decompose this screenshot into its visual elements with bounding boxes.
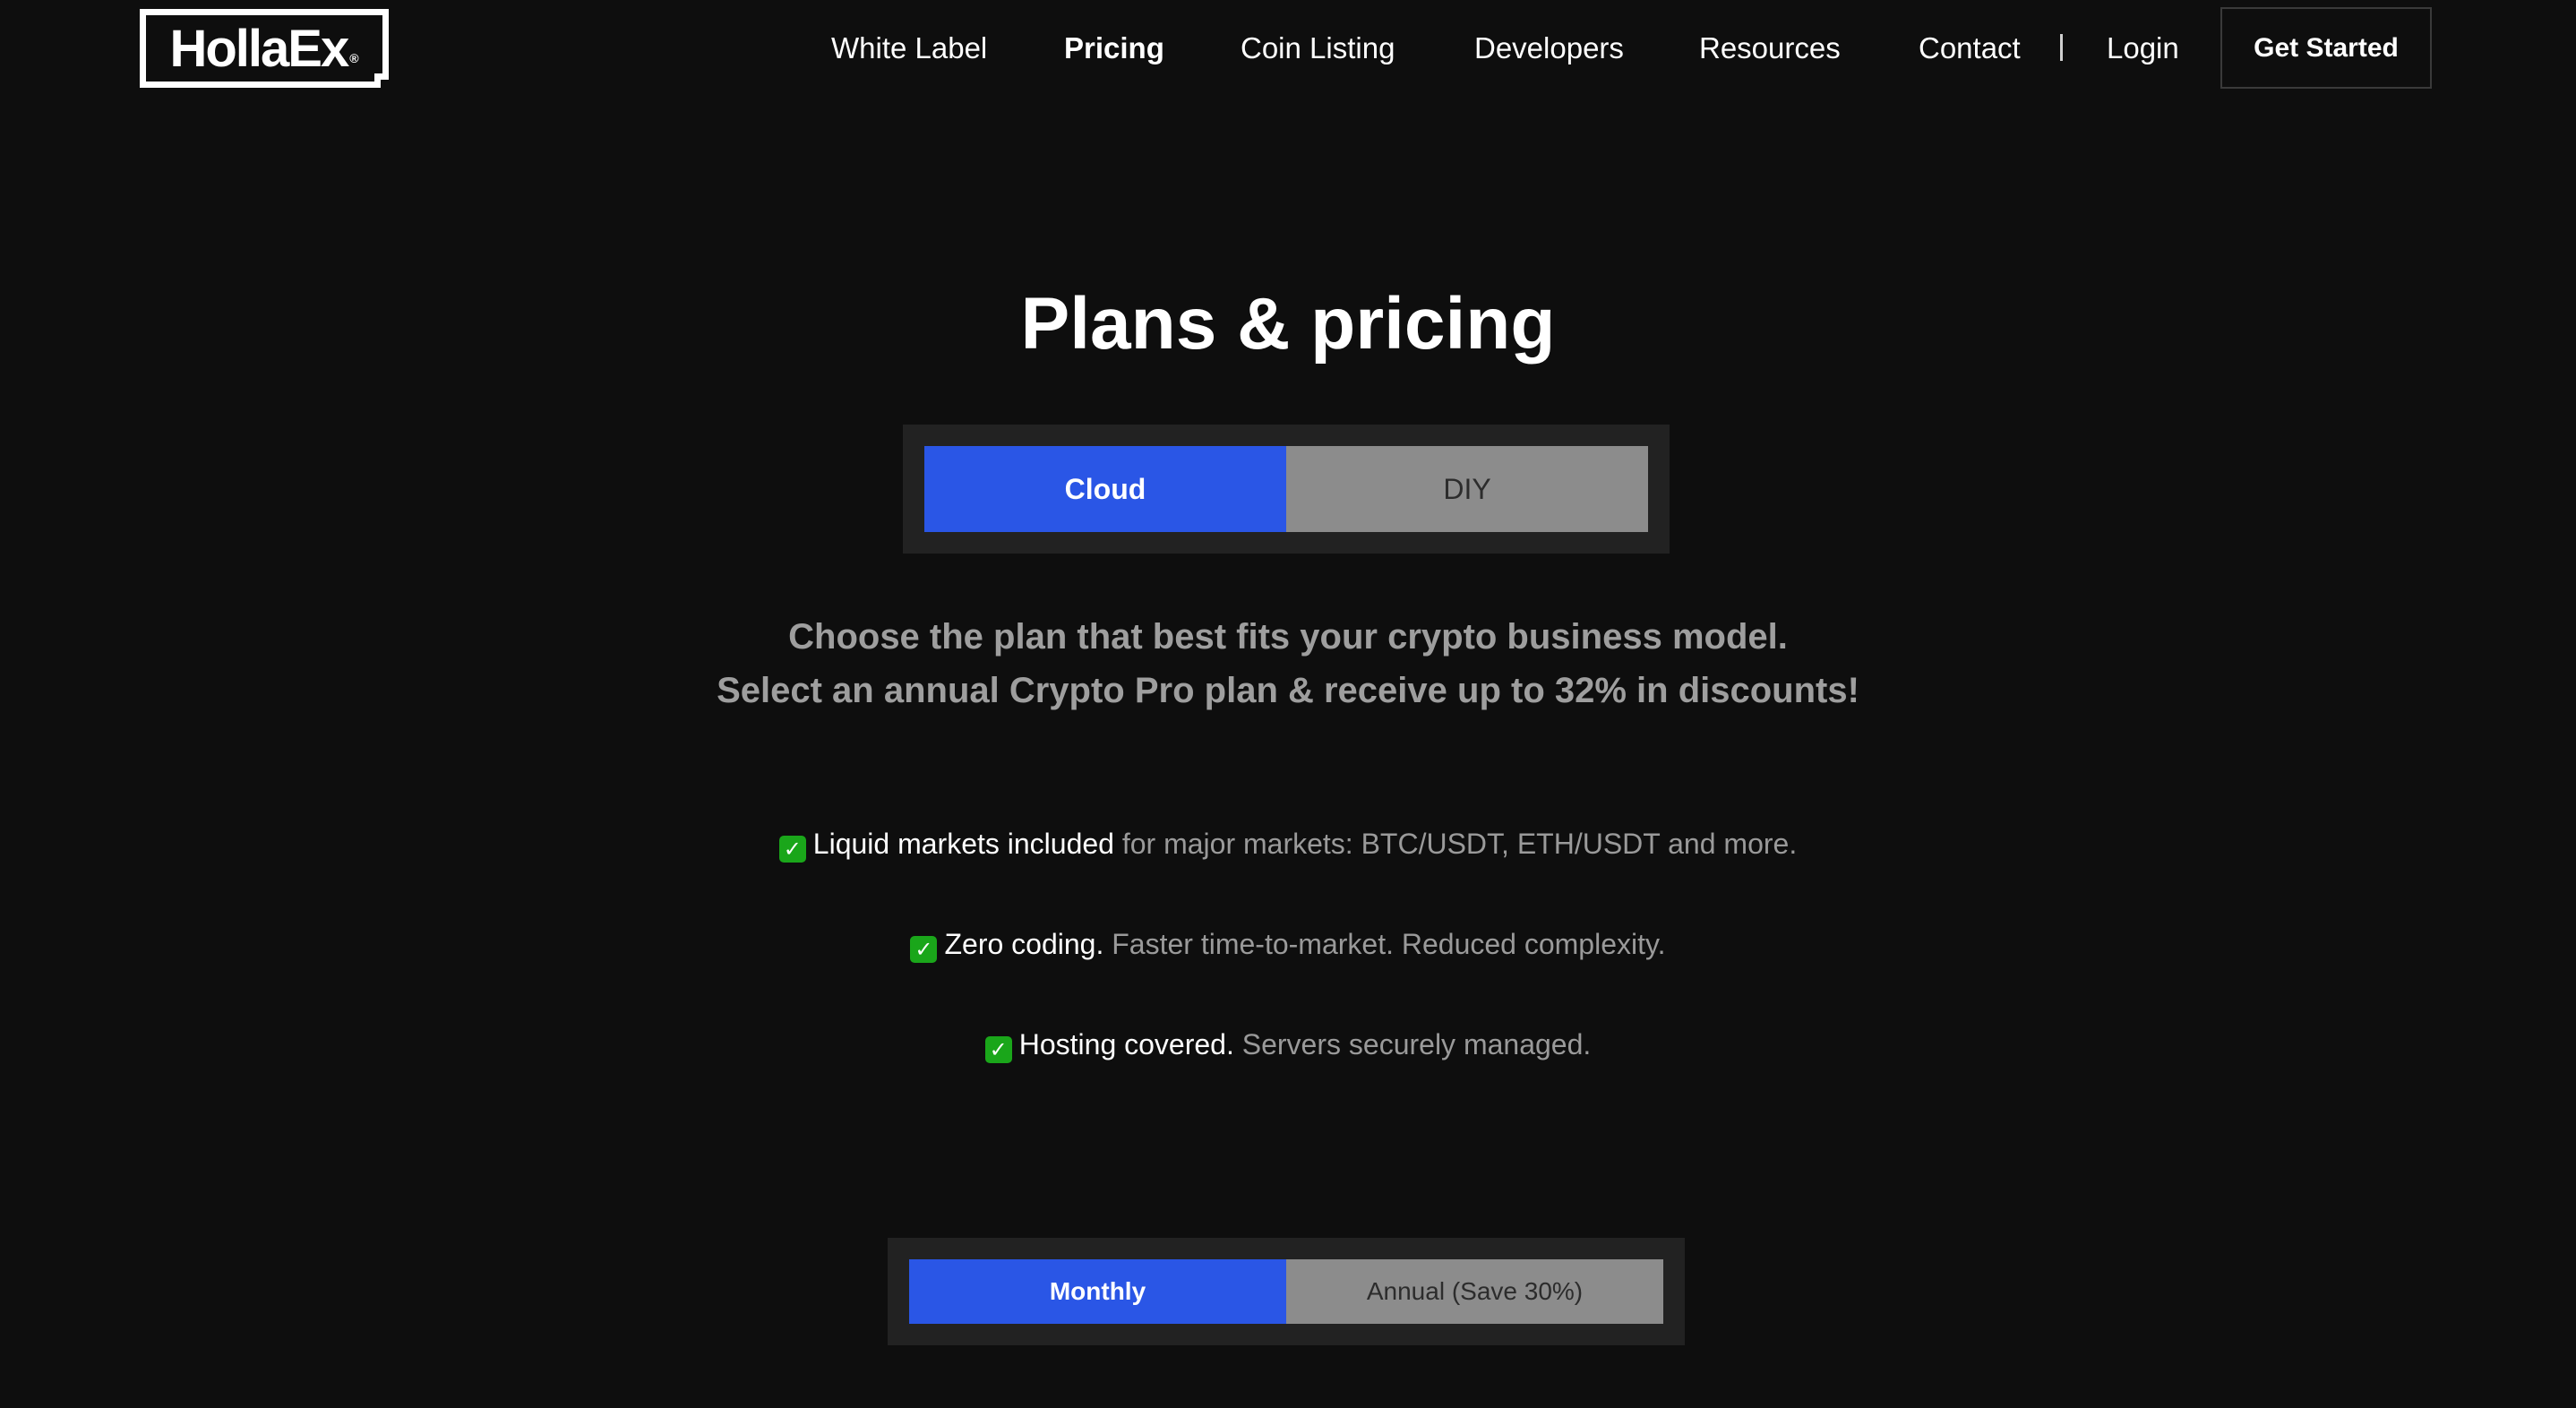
- feature-liquid-markets: ✓ Liquid markets included for major marke…: [0, 824, 2576, 863]
- feature-zero-coding: ✓ Zero coding. Faster time-to-market. Red…: [0, 924, 2576, 964]
- nav-resources[interactable]: Resources: [1699, 30, 1841, 66]
- get-started-button[interactable]: Get Started: [2220, 7, 2432, 89]
- nav-developers[interactable]: Developers: [1474, 30, 1624, 66]
- nav-contact[interactable]: Contact: [1919, 30, 2021, 66]
- subtitle-line-1: Choose the plan that best fits your cryp…: [788, 617, 1788, 657]
- diy-toggle-option[interactable]: DIY: [1286, 446, 1648, 532]
- check-icon: ✓: [778, 836, 806, 863]
- cloud-toggle-option[interactable]: Cloud: [924, 446, 1286, 532]
- main-navigation: White Label Pricing Coin Listing Develop…: [0, 0, 2576, 99]
- billing-toggle: Monthly Annual (Save 30%): [888, 1238, 1685, 1345]
- feature-detail: for major markets: BTC/USDT, ETH/USDT an…: [1113, 828, 1798, 860]
- subtitle-line-2: Select an annual Crypto Pro plan & recei…: [717, 671, 1859, 710]
- check-icon: ✓: [984, 1036, 1012, 1063]
- nav-coin-listing[interactable]: Coin Listing: [1241, 30, 1395, 66]
- feature-detail: Servers securely managed.: [1233, 1028, 1592, 1060]
- feature-title: Liquid markets included: [812, 828, 1114, 860]
- nav-divider: [2060, 34, 2063, 61]
- nav-pricing[interactable]: Pricing: [1064, 30, 1164, 66]
- monthly-toggle-option[interactable]: Monthly: [909, 1259, 1286, 1324]
- annual-toggle-option[interactable]: Annual (Save 30%): [1286, 1259, 1663, 1324]
- login-link[interactable]: Login: [2107, 30, 2179, 66]
- nav-white-label[interactable]: White Label: [831, 30, 987, 66]
- feature-hosting-covered: ✓ Hosting covered. Servers securely manag…: [0, 1025, 2576, 1064]
- page-title: Plans & pricing: [1020, 283, 1556, 365]
- feature-title: Hosting covered.: [1018, 1028, 1234, 1060]
- product-toggle: Cloud DIY: [903, 425, 1670, 554]
- feature-title: Zero coding.: [944, 928, 1104, 960]
- check-icon: ✓: [910, 936, 938, 963]
- feature-detail: Faster time-to-market. Reduced complexit…: [1103, 928, 1666, 960]
